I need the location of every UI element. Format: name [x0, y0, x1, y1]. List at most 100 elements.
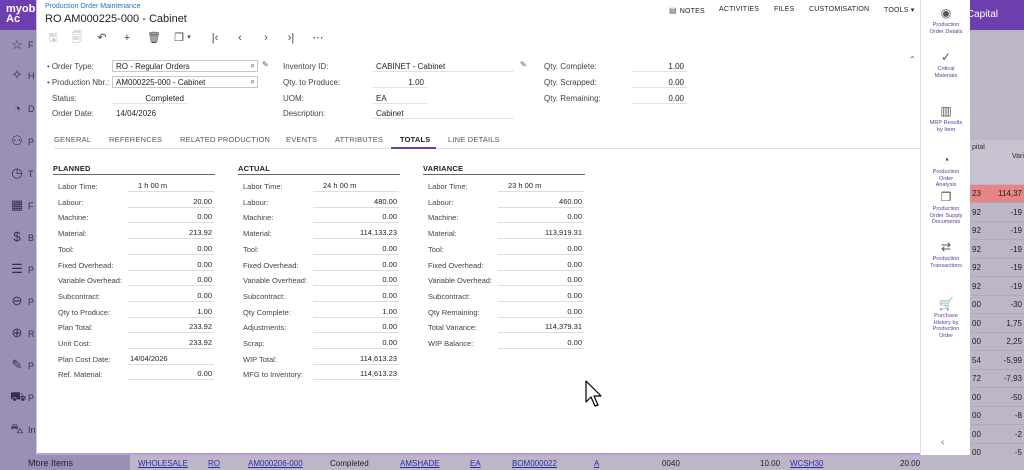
side-panel-item[interactable]: ✓ Critical Materials [921, 50, 971, 79]
background-row[interactable]: 00 -2 [970, 426, 1024, 444]
breadcrumb[interactable]: Production Order Maintenance [45, 3, 140, 10]
tab-line-details[interactable]: LINE DETAILS [448, 135, 500, 144]
app-logo[interactable]: myob Ac [0, 0, 36, 30]
description-field[interactable]: Cabinet [372, 107, 514, 119]
plus-circle-icon[interactable]: ⊕ [10, 326, 24, 340]
customisation-button[interactable]: CUSTOMISATION [809, 6, 869, 13]
status-field[interactable]: Completed [112, 92, 188, 104]
planned-row-value[interactable]: 0.00 [128, 274, 214, 287]
background-row[interactable]: 00 1,75 [970, 315, 1024, 333]
inventory-link[interactable]: AMSHADE [400, 459, 440, 468]
actual-row-value[interactable]: 0.00 [313, 290, 399, 302]
planned-row-value[interactable]: 0.00 [128, 243, 214, 255]
variance-row-value[interactable]: 0.00 [498, 243, 584, 255]
side-panel-item[interactable]: ❐ Production Order Supply Documents [921, 190, 971, 226]
customer-class-link[interactable]: WHOLESALE [138, 459, 188, 468]
actual-row-value[interactable]: 114,613.23 [313, 353, 399, 365]
order-type-link[interactable]: RO [208, 459, 220, 468]
people-icon[interactable]: ⚇ [10, 134, 24, 148]
company-name[interactable]: Capital [967, 9, 998, 20]
background-row[interactable]: 00 2,25 [970, 333, 1024, 351]
tab-totals[interactable]: TOTALS [400, 135, 431, 144]
actual-row-value[interactable]: 0.00 [313, 259, 399, 271]
side-panel-item[interactable]: ◉ Production Order Details [921, 6, 971, 35]
actual-row-value[interactable]: 0.00 [313, 274, 399, 287]
variance-row-value[interactable]: 460.00 [498, 196, 584, 208]
planned-row-value[interactable]: 0.00 [128, 211, 214, 224]
star-icon[interactable]: ☆ [10, 38, 24, 52]
order-type-selector[interactable]: RO - Regular Orders ⌕ [112, 60, 258, 72]
planned-row-value[interactable]: 1 h 00 m [128, 180, 214, 192]
first-record-icon[interactable]: |‹ [207, 30, 223, 46]
variance-row-value[interactable]: 23 h 00 m [498, 180, 584, 192]
background-row[interactable]: 23 114,37 [970, 185, 1024, 203]
side-panel-item[interactable]: ⇄ Production Transactions [921, 240, 971, 269]
actual-row-value[interactable]: 114,133.23 [313, 227, 399, 240]
background-row[interactable]: 92 -19 [970, 259, 1024, 277]
production-nbr-selector[interactable]: AM000225-000 - Cabinet ⌕ [112, 76, 258, 88]
actual-row-value[interactable]: 1.00 [313, 306, 399, 318]
background-row[interactable]: 92 -19 [970, 278, 1024, 296]
qty-remaining-field[interactable]: 0.00 [632, 92, 688, 104]
add-icon[interactable]: + [119, 30, 135, 46]
revision-link[interactable]: A [594, 459, 599, 468]
truck-icon[interactable]: ⛍ [10, 422, 24, 436]
variance-row-value[interactable]: 0.00 [498, 290, 584, 302]
qty-complete-field[interactable]: 1.00 [632, 60, 688, 72]
planned-row-value[interactable]: 0.00 [128, 259, 214, 271]
edit-pencil-icon[interactable]: ✎ [262, 60, 269, 69]
qty-to-produce-field[interactable]: 1.00 [372, 76, 428, 88]
notes-button[interactable]: ▤ NOTES [669, 6, 705, 15]
last-record-icon[interactable]: ›| [283, 30, 299, 46]
list-icon[interactable]: ☰ [10, 262, 24, 276]
cart-icon[interactable]: ⛟ [10, 390, 26, 404]
edit-pencil-icon[interactable]: ✎ [520, 60, 527, 69]
background-row[interactable]: 92 -19 [970, 204, 1024, 222]
variance-row-value[interactable]: 0.00 [498, 259, 584, 271]
undo-icon[interactable]: ↶ [94, 30, 110, 46]
variance-row-value[interactable]: 114,379.31 [498, 321, 584, 334]
uom-field[interactable]: EA [372, 92, 428, 104]
side-panel-item[interactable]: 🛒 Purchase History by Production Order [921, 297, 971, 339]
planned-row-value[interactable]: 20.00 [128, 196, 214, 208]
work-center-link[interactable]: WCSH30 [790, 459, 823, 468]
background-row[interactable]: 54 -5,99 [970, 352, 1024, 370]
timer-icon[interactable]: ◷ [10, 166, 24, 180]
background-row[interactable]: 00 -50 [970, 389, 1024, 407]
bom-link[interactable]: BOM000022 [512, 459, 557, 468]
actual-row-value[interactable]: 0.00 [313, 211, 399, 224]
actual-row-value[interactable]: 0.00 [313, 337, 399, 349]
planned-row-value[interactable]: 213.92 [128, 227, 214, 240]
previous-record-icon[interactable]: ‹ [232, 30, 248, 46]
activities-button[interactable]: ACTIVITIES [719, 6, 759, 13]
variance-row-value[interactable]: 113,919.31 [498, 227, 584, 240]
background-row[interactable]: 92 -19 [970, 241, 1024, 259]
save-icon[interactable]: 🖫 [45, 30, 61, 46]
copy-dropdown-icon[interactable]: ▾ [181, 30, 197, 46]
planned-row-value[interactable]: 0.00 [128, 290, 214, 302]
tab-attributes[interactable]: ATTRIBUTES [335, 135, 383, 144]
background-row[interactable]: 92 -19 [970, 222, 1024, 240]
variance-row-value[interactable]: 0.00 [498, 306, 584, 318]
variance-row-value[interactable]: 0.00 [498, 274, 584, 287]
search-icon[interactable]: ⌕ [251, 61, 255, 71]
actual-row-value[interactable]: 0.00 [313, 243, 399, 255]
planned-row-value[interactable]: 14/04/2026 [128, 353, 214, 365]
minus-circle-icon[interactable]: ⊖ [10, 294, 24, 308]
more-actions-icon[interactable]: ⋯ [310, 30, 326, 46]
side-panel-item[interactable]: ◔ Production Order Analysis [921, 153, 971, 189]
planned-row-value[interactable]: 233.92 [128, 321, 214, 334]
background-table-row[interactable]: WHOLESALE RO AM000206-000 Completed AMSH… [130, 455, 1024, 470]
lightbulb-icon[interactable]: ✧ [10, 68, 24, 82]
variance-row-value[interactable]: 0.00 [498, 337, 584, 349]
inventory-id-field[interactable]: CABINET - Cabinet [372, 60, 514, 72]
search-icon[interactable]: ⌕ [251, 77, 255, 87]
planned-row-value[interactable]: 0.00 [128, 368, 214, 381]
calculator-icon[interactable]: ▦ [10, 198, 24, 212]
variance-row-value[interactable]: 0.00 [498, 211, 584, 224]
order-date-value[interactable]: 14/04/2026 [116, 109, 156, 118]
planned-row-value[interactable]: 233.92 [128, 337, 214, 349]
background-row[interactable]: 00 -8 [970, 407, 1024, 425]
planned-row-value[interactable]: 1.00 [128, 306, 214, 318]
actual-row-value[interactable]: 24 h 00 m [313, 180, 399, 192]
